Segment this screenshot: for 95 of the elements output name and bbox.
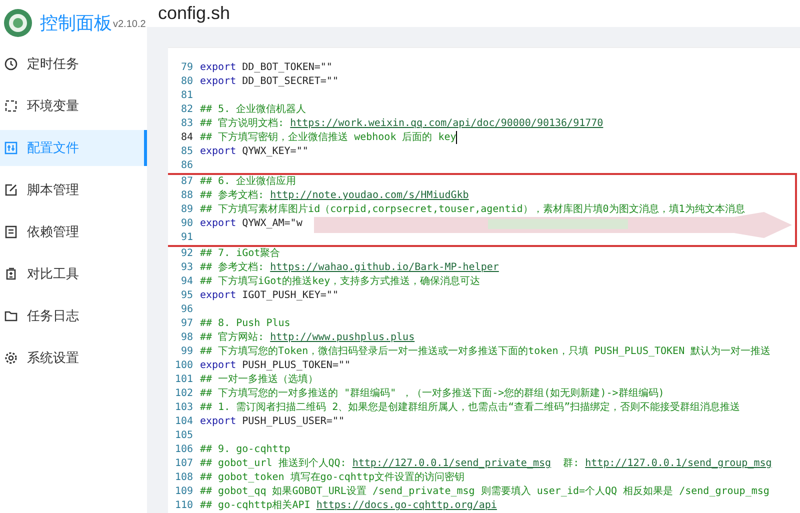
line-number: 99 — [180, 345, 194, 359]
line-number: 86 — [180, 159, 194, 173]
link[interactable]: https://work.weixin.qq.com/api/doc/90000/90136/91770 — [290, 117, 604, 131]
sidebar-item[interactable]: 依赖管理 — [0, 214, 147, 250]
sidebar-item[interactable]: 脚本管理 — [0, 172, 147, 208]
code-comment: ## 下方填写密钥，企业微信推送 webhook 后面的 key — [200, 131, 456, 145]
code-comment: ## 参考文档: — [200, 261, 266, 275]
link[interactable]: http://127.0.0.1/send_private_msg — [352, 457, 552, 471]
line-number: 95 — [180, 289, 194, 303]
code-text: IGOT_PUSH_KEY="" — [241, 289, 338, 303]
line-number: 97 — [180, 317, 194, 331]
line-number: 89 — [180, 203, 194, 217]
code-comment: ## gobot_qq 如果GOBOT_URL设置 /send_private_msg 则需要填入 user_id=个人QQ 相反如果是 /send_group_msg — [200, 485, 770, 499]
line-number: 94 — [180, 275, 194, 289]
code-comment: ## 参考文档: — [200, 189, 266, 203]
code-text: QYWX_KEY="" — [241, 145, 308, 159]
keyword: export — [200, 61, 236, 75]
code-text: DD_BOT_TOKEN="" — [241, 61, 332, 75]
line-number: 80 — [180, 75, 194, 89]
code-comment: 群: — [562, 457, 580, 471]
link[interactable]: https://docs.go-cqhttp.org/api — [316, 499, 497, 513]
line-number: 85 — [180, 145, 194, 159]
code-editor[interactable] — [168, 47, 800, 513]
code-comment: ## 8. Push Plus — [200, 317, 290, 331]
keyword: export — [200, 359, 236, 373]
line-number: 87 — [180, 175, 194, 189]
code-comment: ## 下方填写iGot的推送key，支持多方式推送，确保消息可达 — [200, 275, 480, 289]
code-text: PUSH_PLUS_TOKEN="" — [241, 359, 351, 373]
folder-icon — [4, 309, 18, 323]
line-number: 109 — [174, 485, 194, 499]
line-number: 108 — [174, 471, 194, 485]
code-comment: ## 官方网站: — [200, 331, 266, 345]
line-number: 79 — [180, 61, 194, 75]
link[interactable]: http://127.0.0.1/send_group_msg — [585, 457, 772, 471]
link[interactable]: http://note.youdao.com/s/HMiudGkb — [270, 189, 469, 203]
line-number: 100 — [174, 359, 194, 373]
line-number: 83 — [180, 117, 194, 131]
line-number: 104 — [174, 415, 194, 429]
code-comment: ## 7. iGot聚合 — [200, 247, 280, 261]
line-number: 105 — [174, 429, 194, 443]
text-cursor — [456, 131, 458, 144]
keyword: export — [200, 217, 236, 231]
keyword: export — [200, 75, 236, 89]
page-title: config.sh — [158, 2, 230, 25]
line-number: 90 — [180, 217, 194, 231]
sidebar-item[interactable]: 环境变量 — [0, 88, 147, 124]
code-comment: ## gobot_token 填写在go-cqhttp文件设置的访问密钥 — [200, 471, 464, 485]
gear-icon — [4, 351, 18, 365]
line-number: 106 — [174, 443, 194, 457]
keyword: export — [200, 415, 236, 429]
sidebar-item[interactable]: 系统设置 — [0, 340, 147, 376]
file-diff-icon — [4, 267, 18, 281]
line-number: 96 — [180, 303, 194, 317]
line-number: 93 — [180, 261, 194, 275]
line-number: 91 — [180, 231, 194, 245]
line-number: 102 — [174, 387, 194, 401]
sidebar-item[interactable]: 对比工具 — [0, 256, 147, 292]
clock-icon — [4, 57, 18, 71]
code-comment: ## 1. 需订阅者扫描二维码 2、如果您是创建群组所属人，也需点击“查看二维码”扫描绑定，否则不能接受群组消息推送 — [200, 401, 740, 415]
line-number: 98 — [180, 331, 194, 345]
line-number: 101 — [174, 373, 194, 387]
line-number: 81 — [180, 89, 194, 103]
line-number: 103 — [174, 401, 194, 415]
line-number: 92 — [180, 247, 194, 261]
code-text: DD_BOT_SECRET="" — [241, 75, 338, 89]
code-comment: ## 9. go-cqhttp — [200, 443, 290, 457]
keyword: export — [200, 289, 236, 303]
keyword: export — [200, 145, 236, 159]
line-number: 88 — [180, 189, 194, 203]
logo-icon — [3, 8, 33, 38]
sidebar-item[interactable]: 定时任务 — [0, 46, 147, 82]
dashed-square-icon — [4, 99, 18, 113]
line-number: 84 — [180, 131, 194, 145]
code-comment: ## 一对一多推送（选填） — [200, 373, 318, 387]
code-comment: ## 官方说明文档: — [200, 117, 286, 131]
code-comment: ## 下方填写素材库图片id（corpid,corpsecret,touser,agentid），素材库图片填0为图文消息，填1为纯文本消息 — [200, 203, 745, 217]
line-number: 110 — [174, 499, 194, 513]
line-number: 82 — [180, 103, 194, 117]
link[interactable]: https://wahao.github.io/Bark-MP-helper — [270, 261, 499, 275]
code-comment: ## 6. 企业微信应用 — [200, 175, 296, 189]
line-number: 107 — [174, 457, 194, 471]
code-comment: ## 5. 企业微信机器人 — [200, 103, 306, 117]
code-text: PUSH_PLUS_USER="" — [241, 415, 344, 429]
app-title: 控制面板 — [40, 12, 112, 35]
edit-icon — [4, 183, 18, 197]
file-list-icon — [4, 225, 18, 239]
link[interactable]: http://www.pushplus.plus — [270, 331, 415, 345]
code-comment: ## 下方填写您的Token，微信扫码登录后一对一推送或一对多推送下面的token，只填 PUSH_PLUS_TOKEN 默认为一对一推送 — [200, 345, 771, 359]
sidebar-item[interactable]: 任务日志 — [0, 298, 147, 334]
code-comment: ## go-cqhttp相关API — [200, 499, 312, 513]
code-text: QYWX_AM="w — [241, 217, 302, 231]
version-label: v2.10.2 — [113, 18, 146, 32]
code-comment: ## gobot_url 推送到个人QQ: — [200, 457, 348, 471]
code-comment: ## 下方填写您的一对多推送的 "群组编码" ，（一对多推送下面->您的群组(如无则新建)->群组编码) — [200, 387, 664, 401]
sliders-icon — [4, 141, 18, 155]
